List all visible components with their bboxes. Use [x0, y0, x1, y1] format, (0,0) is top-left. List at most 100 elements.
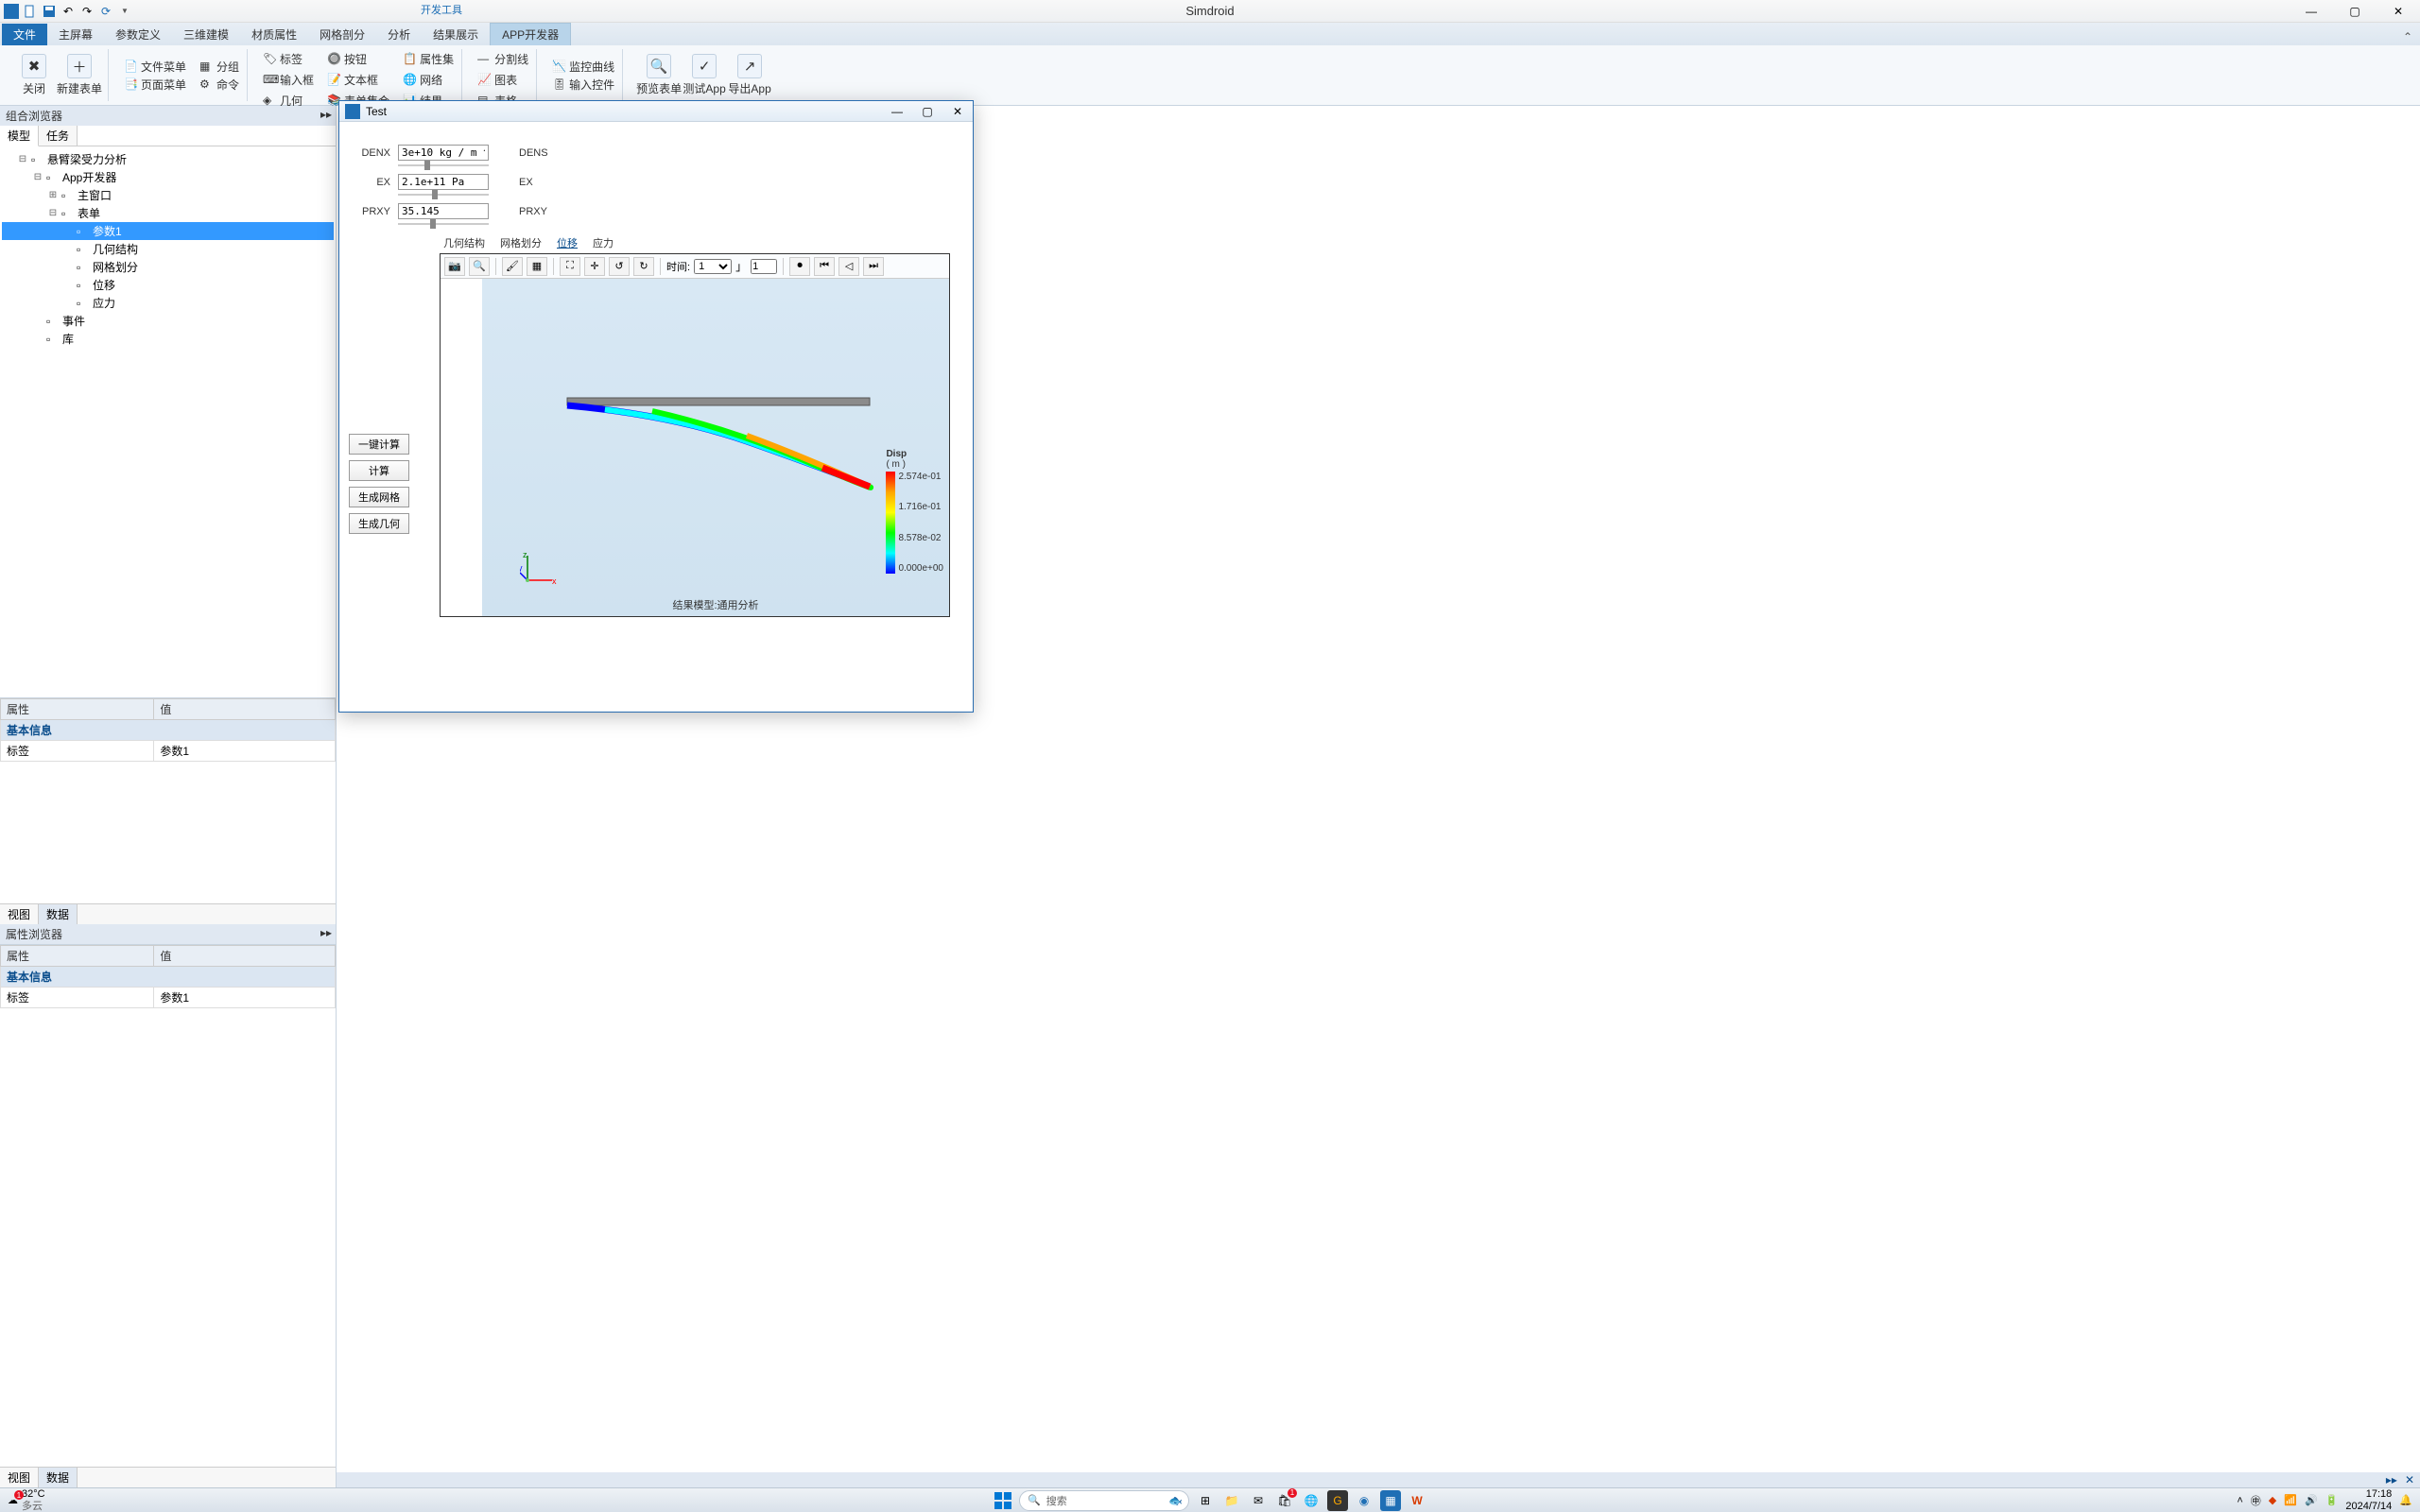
tab-file[interactable]: 文件 [2, 24, 47, 45]
ime-icon[interactable]: ㊥ [2251, 1493, 2261, 1508]
step-input[interactable] [751, 259, 777, 274]
save-icon[interactable] [42, 4, 57, 19]
group-button[interactable]: ▦分组 [198, 59, 241, 75]
prop-row-value[interactable]: 参数1 [154, 740, 336, 761]
tab-appdev[interactable]: APP开发器 [490, 23, 571, 45]
close-button[interactable]: ✖关闭 [11, 49, 57, 101]
close-button[interactable]: ✕ [2377, 0, 2420, 23]
tree-node[interactable]: ▫网格划分 [2, 258, 334, 276]
tree-toggle-icon[interactable]: ⊟ [17, 154, 28, 164]
tree-node[interactable]: ▫事件 [2, 312, 334, 330]
view-tab-data[interactable]: 数据 [39, 1468, 78, 1487]
tab-mesh[interactable]: 网格剖分 [308, 24, 376, 45]
textbox-button[interactable]: 📝文本框 [325, 70, 391, 89]
param-input-denx[interactable] [398, 145, 489, 161]
weather-widget[interactable]: ☁1 32°C 多云 [0, 1488, 53, 1511]
test-app-button[interactable]: ✓测试App [682, 49, 727, 101]
record-icon[interactable]: ⏺ [789, 257, 810, 276]
plot-tab[interactable]: 网格划分 [496, 234, 545, 251]
plot-tab[interactable]: 应力 [589, 234, 617, 251]
tray-overflow-icon[interactable]: ˄ [2237, 1495, 2242, 1506]
tree-node[interactable]: ▫位移 [2, 276, 334, 294]
tab-3d[interactable]: 三维建模 [172, 24, 240, 45]
tree-node[interactable]: ⊞▫主窗口 [2, 186, 334, 204]
redo-icon[interactable]: ↷ [79, 4, 95, 19]
app-icon-3[interactable]: ▦ [1380, 1490, 1401, 1511]
input-button[interactable]: ⌨输入框 [261, 70, 316, 89]
chart-button[interactable]: 📈图表 [475, 70, 530, 89]
tree-node[interactable]: ▫应力 [2, 294, 334, 312]
notifications-icon[interactable]: 🔔 [2399, 1494, 2412, 1506]
undo-icon[interactable]: ↶ [60, 4, 76, 19]
battery-icon[interactable]: 🔋 [2325, 1494, 2339, 1506]
taskview-icon[interactable]: ⊞ [1195, 1490, 1216, 1511]
explorer-icon[interactable]: 📁 [1221, 1490, 1242, 1511]
tree-node[interactable]: ⊟▫表单 [2, 204, 334, 222]
test-window-titlebar[interactable]: Test ― ▢ ✕ [339, 101, 973, 122]
inner-close-button[interactable]: ✕ [942, 101, 973, 122]
refresh-icon[interactable]: ⟳ [98, 4, 113, 19]
network-button[interactable]: 🌐网络 [401, 70, 456, 89]
slider-knob[interactable] [432, 190, 438, 199]
tree-node[interactable]: ▫库 [2, 330, 334, 348]
new-icon[interactable] [23, 4, 38, 19]
dock-close-icon[interactable]: ✕ [2405, 1473, 2414, 1486]
tree-node[interactable]: ⊟▫悬臂梁受力分析 [2, 150, 334, 168]
preview-form-button[interactable]: 🔍预览表单 [636, 49, 682, 101]
last-frame-icon[interactable]: ⏭ [863, 257, 884, 276]
play-reverse-icon[interactable]: ◁ [838, 257, 859, 276]
time-select[interactable]: 1 [694, 259, 732, 274]
tree-toggle-icon[interactable]: ⊟ [32, 172, 43, 182]
tab-home[interactable]: 主屏幕 [47, 24, 104, 45]
edge-icon[interactable]: 🌐 [1301, 1490, 1322, 1511]
tab-analysis[interactable]: 分析 [376, 24, 422, 45]
action-button[interactable]: 一键计算 [349, 434, 409, 455]
panel-expand-icon[interactable]: ▸▸ [320, 108, 332, 121]
slider-knob[interactable] [424, 161, 430, 170]
command-button[interactable]: ⚙命令 [198, 77, 241, 93]
tray-app-icon[interactable]: ◆ [2269, 1494, 2276, 1506]
param-input-prxy[interactable] [398, 203, 489, 219]
view-tab-view[interactable]: 视图 [0, 1468, 39, 1487]
brush-icon[interactable]: 🖌 [502, 257, 523, 276]
dock-expand-icon[interactable]: ▸▸ [2386, 1473, 2397, 1486]
first-frame-icon[interactable]: ⏮ [814, 257, 835, 276]
param-slider[interactable] [398, 223, 489, 225]
minimize-button[interactable]: ― [2290, 0, 2333, 23]
inner-minimize-button[interactable]: ― [882, 101, 912, 122]
tree-toggle-icon[interactable]: ⊟ [47, 208, 59, 218]
tab-results[interactable]: 结果展示 [422, 24, 490, 45]
app-icon-2[interactable]: ◉ [1354, 1490, 1374, 1511]
plot-tab[interactable]: 几何结构 [440, 234, 489, 251]
view-tab-data[interactable]: 数据 [39, 904, 78, 924]
propset-button[interactable]: 📋属性集 [401, 49, 456, 68]
camera-icon[interactable]: 📷 [444, 257, 465, 276]
start-button[interactable] [993, 1490, 1013, 1511]
export-app-button[interactable]: ↗导出App [727, 49, 772, 101]
palette-icon[interactable]: ▦ [527, 257, 547, 276]
divider-button[interactable]: ―分割线 [475, 49, 530, 68]
clock[interactable]: 17:18 2024/7/14 [2345, 1488, 2392, 1511]
mode-tab-task[interactable]: 任务 [39, 126, 78, 146]
tree-toggle-icon[interactable]: ⊞ [47, 190, 59, 200]
fit-icon[interactable]: ⛶ [560, 257, 580, 276]
new-form-button[interactable]: ＋新建表单 [57, 49, 102, 101]
rotate-ccw-icon[interactable]: ↺ [609, 257, 630, 276]
action-button[interactable]: 生成几何 [349, 513, 409, 534]
rotate-cw-icon[interactable]: ↻ [633, 257, 654, 276]
action-button[interactable]: 计算 [349, 460, 409, 481]
maximize-button[interactable]: ▢ [2333, 0, 2377, 23]
tab-params[interactable]: 参数定义 [104, 24, 172, 45]
plot-tab[interactable]: 位移 [553, 234, 581, 251]
slider-knob[interactable] [430, 219, 436, 229]
tab-material[interactable]: 材质属性 [240, 24, 308, 45]
wifi-icon[interactable]: 📶 [2284, 1494, 2297, 1506]
mail-icon[interactable]: ✉ [1248, 1490, 1269, 1511]
zoom-icon[interactable]: 🔍 [469, 257, 490, 276]
tree-node[interactable]: ▫参数1 [2, 222, 334, 240]
action-button[interactable]: 生成网格 [349, 487, 409, 507]
taskbar-search[interactable]: 🔍 搜索 🐟 [1019, 1490, 1189, 1511]
qat-dropdown-icon[interactable]: ▼ [117, 4, 132, 19]
plot-canvas[interactable]: Disp ( m ) 2.574e-01 1.716e-01 8.578e-02… [482, 279, 949, 616]
page-menu-button[interactable]: 📑页面菜单 [122, 77, 188, 93]
